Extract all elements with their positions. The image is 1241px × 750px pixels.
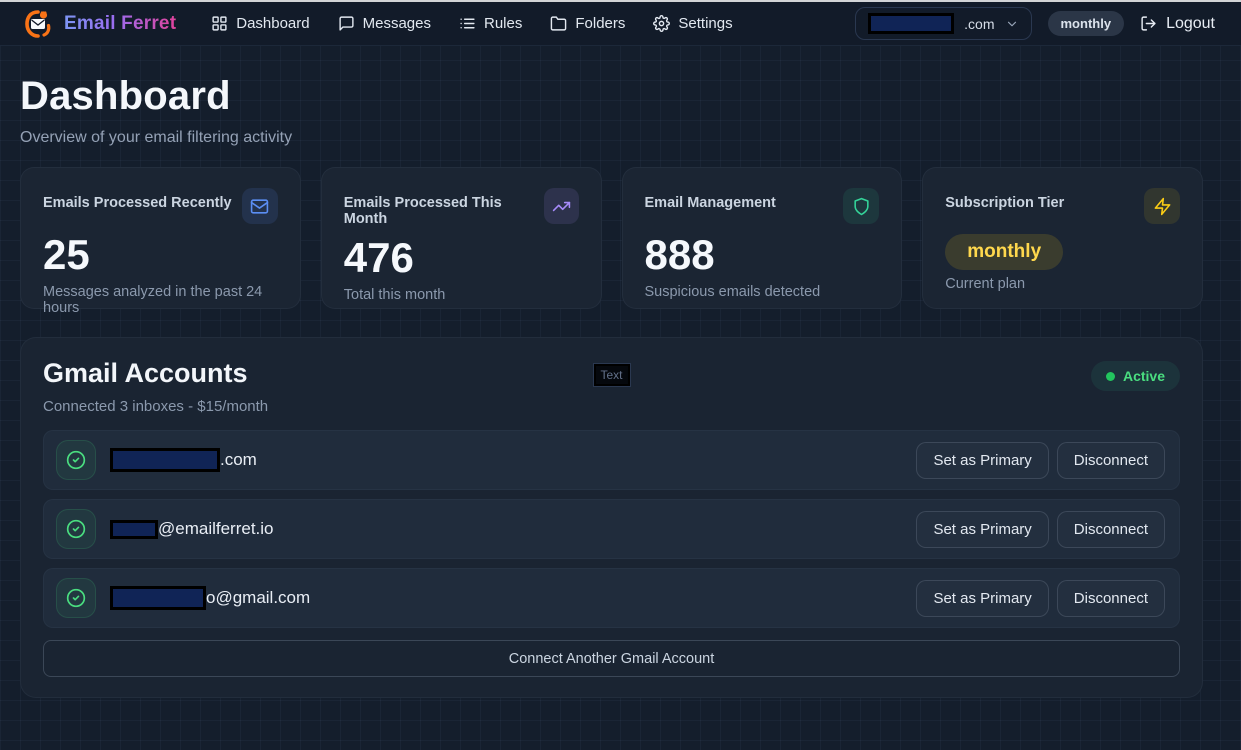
stat-caption: Messages analyzed in the past 24 hours <box>43 284 278 316</box>
shield-icon <box>852 197 871 216</box>
gmail-accounts-panel: Gmail Accounts Text Active Connected 3 i… <box>20 337 1203 698</box>
stat-iconbox <box>843 188 879 224</box>
stat-card-emails-recent: Emails Processed Recently 25 Messages an… <box>20 167 301 309</box>
redacted-text-placeholder: Text <box>593 364 629 386</box>
stat-iconbox <box>544 188 579 224</box>
row-actions: Set as Primary Disconnect <box>916 511 1165 548</box>
brand-name: Email Ferret <box>64 13 176 35</box>
stat-label: Subscription Tier <box>945 188 1064 211</box>
logout-icon <box>1140 15 1157 32</box>
nav-item-label: Folders <box>575 15 625 32</box>
email-suffix: o@gmail.com <box>206 588 310 608</box>
disconnect-button[interactable]: Disconnect <box>1057 511 1165 548</box>
stat-caption: Total this month <box>344 287 579 303</box>
account-rows: .com Set as Primary Disconnect @emailfer… <box>43 430 1180 628</box>
account-email: o@gmail.com <box>110 586 310 610</box>
nav-item-label: Messages <box>363 15 431 32</box>
logout-label: Logout <box>1166 15 1215 33</box>
stat-iconbox <box>242 188 278 224</box>
account-row: @emailferret.io Set as Primary Disconnec… <box>43 499 1180 559</box>
stat-value: 25 <box>43 232 278 278</box>
connect-another-gmail-button[interactable]: Connect Another Gmail Account <box>43 640 1180 677</box>
gear-icon <box>653 15 670 32</box>
stat-caption: Current plan <box>945 276 1180 292</box>
stat-card-emails-month: Emails Processed This Month 476 Total th… <box>321 167 602 309</box>
redacted-email-user <box>110 520 158 539</box>
status-badge-label: Active <box>1123 368 1165 384</box>
folder-icon <box>550 15 567 32</box>
gmail-accounts-title: Gmail Accounts <box>43 358 248 389</box>
grid-icon <box>211 15 228 32</box>
disconnect-button[interactable]: Disconnect <box>1057 442 1165 479</box>
stat-card-email-management: Email Management 888 Suspicious emails d… <box>622 167 903 309</box>
trending-up-icon <box>552 197 571 216</box>
set-primary-button[interactable]: Set as Primary <box>916 580 1048 617</box>
gmail-accounts-subtitle: Connected 3 inboxes - $15/month <box>43 398 1180 415</box>
gmail-accounts-header: Gmail Accounts Text Active <box>43 358 1180 391</box>
nav-item-folders[interactable]: Folders <box>539 8 636 39</box>
account-row: o@gmail.com Set as Primary Disconnect <box>43 568 1180 628</box>
account-domain-suffix: .com <box>964 16 994 32</box>
status-dot-icon <box>1106 372 1115 381</box>
bolt-icon <box>1153 197 1172 216</box>
account-selector-dropdown[interactable]: .com <box>855 7 1031 40</box>
logout-button[interactable]: Logout <box>1140 15 1215 33</box>
plan-badge: monthly <box>1048 11 1125 36</box>
stat-card-subscription-tier: Subscription Tier monthly Current plan <box>922 167 1203 309</box>
nav-right: .com monthly Logout <box>855 7 1215 40</box>
list-icon <box>459 15 476 32</box>
redacted-account-name <box>868 13 954 34</box>
chevron-down-icon <box>1005 17 1019 31</box>
status-badge: Active <box>1091 361 1180 391</box>
nav-items: Dashboard Messages Rules Folders Setting… <box>200 8 743 39</box>
nav-item-label: Settings <box>678 15 732 32</box>
nav-item-label: Dashboard <box>236 15 309 32</box>
ferret-envelope-logo <box>22 8 54 40</box>
check-circle-icon <box>56 509 96 549</box>
row-actions: Set as Primary Disconnect <box>916 580 1165 617</box>
message-icon <box>338 15 355 32</box>
stat-value: 888 <box>645 232 880 278</box>
brand[interactable]: Email Ferret <box>22 8 176 40</box>
redacted-email-user <box>110 586 206 610</box>
email-suffix: @emailferret.io <box>158 519 274 539</box>
check-circle-icon <box>56 578 96 618</box>
check-circle-icon <box>56 440 96 480</box>
mail-icon <box>250 197 269 216</box>
stat-value: 476 <box>344 235 579 281</box>
stat-caption: Suspicious emails detected <box>645 284 880 300</box>
nav-item-settings[interactable]: Settings <box>642 8 743 39</box>
stat-iconbox <box>1144 188 1180 224</box>
redacted-email-user <box>110 448 220 472</box>
set-primary-button[interactable]: Set as Primary <box>916 442 1048 479</box>
stat-label: Emails Processed Recently <box>43 188 232 211</box>
stat-label: Email Management <box>645 188 776 211</box>
email-suffix: .com <box>220 450 257 470</box>
nav-item-rules[interactable]: Rules <box>448 8 533 39</box>
tier-badge: monthly <box>945 234 1063 270</box>
disconnect-button[interactable]: Disconnect <box>1057 580 1165 617</box>
page-subtitle: Overview of your email filtering activit… <box>20 129 1203 147</box>
account-email: .com <box>110 448 257 472</box>
set-primary-button[interactable]: Set as Primary <box>916 511 1048 548</box>
nav-item-label: Rules <box>484 15 522 32</box>
page-title: Dashboard <box>20 74 1203 119</box>
nav-item-dashboard[interactable]: Dashboard <box>200 8 320 39</box>
nav-item-messages[interactable]: Messages <box>327 8 442 39</box>
top-nav: Email Ferret Dashboard Messages Rules Fo… <box>0 2 1241 46</box>
page-header: Dashboard Overview of your email filteri… <box>20 46 1203 167</box>
stats-row: Emails Processed Recently 25 Messages an… <box>20 167 1203 309</box>
account-row: .com Set as Primary Disconnect <box>43 430 1180 490</box>
account-email: @emailferret.io <box>110 519 274 539</box>
stat-label: Emails Processed This Month <box>344 188 544 227</box>
row-actions: Set as Primary Disconnect <box>916 442 1165 479</box>
